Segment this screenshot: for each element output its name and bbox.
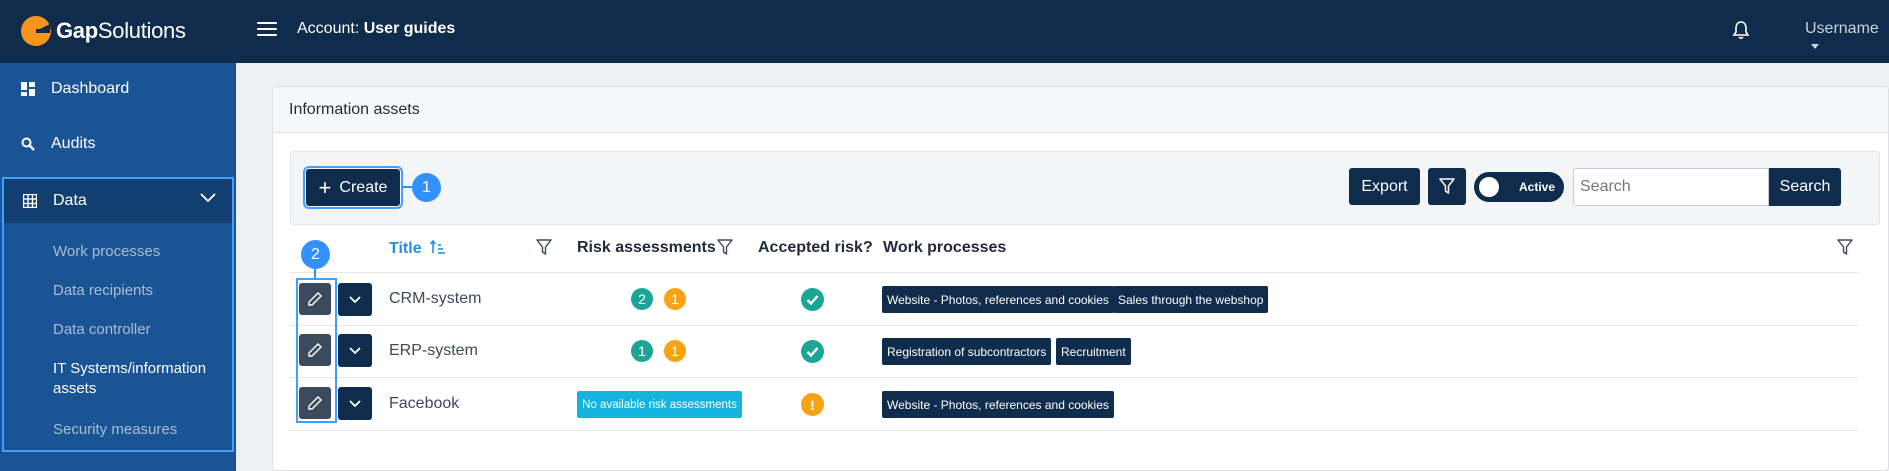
search-button[interactable]: Search [1769,168,1841,206]
plus-icon: + [318,174,332,200]
column-header-risk[interactable]: Risk assessments [577,239,716,257]
work-process-tag[interactable]: Website - Photos, references and cookies [882,391,1114,418]
sidebar-sub-work-processes[interactable]: Work processes [53,243,160,260]
sidebar-item-dashboard[interactable]: Dashboard [0,63,236,115]
toggle-knob [1477,175,1501,199]
search-input[interactable] [1573,168,1769,206]
edit-button[interactable] [299,283,331,315]
no-risk-assessments-badge[interactable]: No available risk assessments [577,391,742,418]
sidebar-sub-data-controller[interactable]: Data controller [53,321,151,338]
sidebar: Dashboard Audits Data Work processes Dat… [0,63,236,471]
sidebar-item-data[interactable]: Data [4,179,232,223]
active-toggle[interactable]: Active [1474,172,1564,202]
row-divider [289,377,1858,378]
pencil-icon [308,292,322,306]
logo-text: GapSolutions [56,18,186,43]
sidebar-item-audits[interactable]: Audits [0,118,236,170]
chevron-down-icon [349,399,361,407]
work-process-tag[interactable]: Sales through the webshop [1113,286,1269,313]
callout-badge-1: 1 [412,173,441,202]
chevron-down-icon [349,346,361,354]
account-label: Account: User guides [297,20,456,37]
logo[interactable]: GapSolutions [20,15,186,47]
filter-icon[interactable] [717,239,733,256]
filter-icon[interactable] [1837,239,1853,256]
chevron-down-icon [349,295,361,303]
pencil-icon [308,396,322,410]
risk-count-green[interactable]: 1 [631,340,653,362]
sidebar-sub-it-systems[interactable]: IT Systems/information assets [53,359,223,399]
create-button[interactable]: + Create [303,166,403,209]
logo-icon [21,16,51,46]
table-icon [23,194,37,208]
work-process-tag[interactable]: Registration of subcontractors [882,338,1052,365]
row-divider [289,272,1858,273]
risk-count-green[interactable]: 2 [631,288,653,310]
card-header: Information assets [273,87,1888,133]
page-title: Information assets [289,101,420,118]
bell-icon[interactable] [1732,20,1750,40]
cell-title[interactable]: CRM-system [389,290,481,308]
check-circle-icon [801,340,824,363]
pencil-icon [308,343,322,357]
chevron-down-icon [1811,44,1819,50]
row-divider [289,430,1858,431]
column-header-title[interactable]: Title [389,239,446,258]
risk-count-orange[interactable]: 1 [664,288,686,310]
edit-button[interactable] [299,387,331,419]
cell-title[interactable]: ERP-system [389,342,478,360]
chevron-down-icon[interactable] [200,193,216,203]
work-process-tag[interactable]: Recruitment [1056,338,1131,365]
filter-button[interactable] [1428,168,1466,205]
filter-icon [1439,178,1455,194]
menu-icon[interactable] [257,22,277,38]
work-process-tag[interactable]: Website - Photos, references and cookies [882,286,1114,313]
row-actions-dropdown[interactable] [338,334,372,367]
search-icon [21,137,35,151]
warning-icon: ! [801,393,824,416]
row-divider [289,325,1858,326]
row-actions-dropdown[interactable] [338,283,372,316]
sort-ascending-icon[interactable] [429,239,446,255]
risk-count-orange[interactable]: 1 [664,340,686,362]
row-actions-dropdown[interactable] [338,387,372,420]
top-bar: GapSolutions Account: User guides Userna… [0,0,1889,63]
sidebar-sub-data-recipients[interactable]: Data recipients [53,282,153,299]
cell-title[interactable]: Facebook [389,395,459,413]
column-header-work[interactable]: Work processes [883,239,1006,257]
sidebar-data-group: Data Work processes Data recipients Data… [2,177,234,452]
check-circle-icon [801,288,824,311]
filter-icon[interactable] [536,239,552,256]
dashboard-icon [21,82,35,96]
sidebar-sub-security-measures[interactable]: Security measures [53,421,177,438]
export-button[interactable]: Export [1349,168,1420,205]
user-menu[interactable]: Username [1805,20,1889,56]
callout-badge-2: 2 [301,240,330,269]
column-header-accepted[interactable]: Accepted risk? [758,239,873,257]
edit-button[interactable] [299,334,331,366]
